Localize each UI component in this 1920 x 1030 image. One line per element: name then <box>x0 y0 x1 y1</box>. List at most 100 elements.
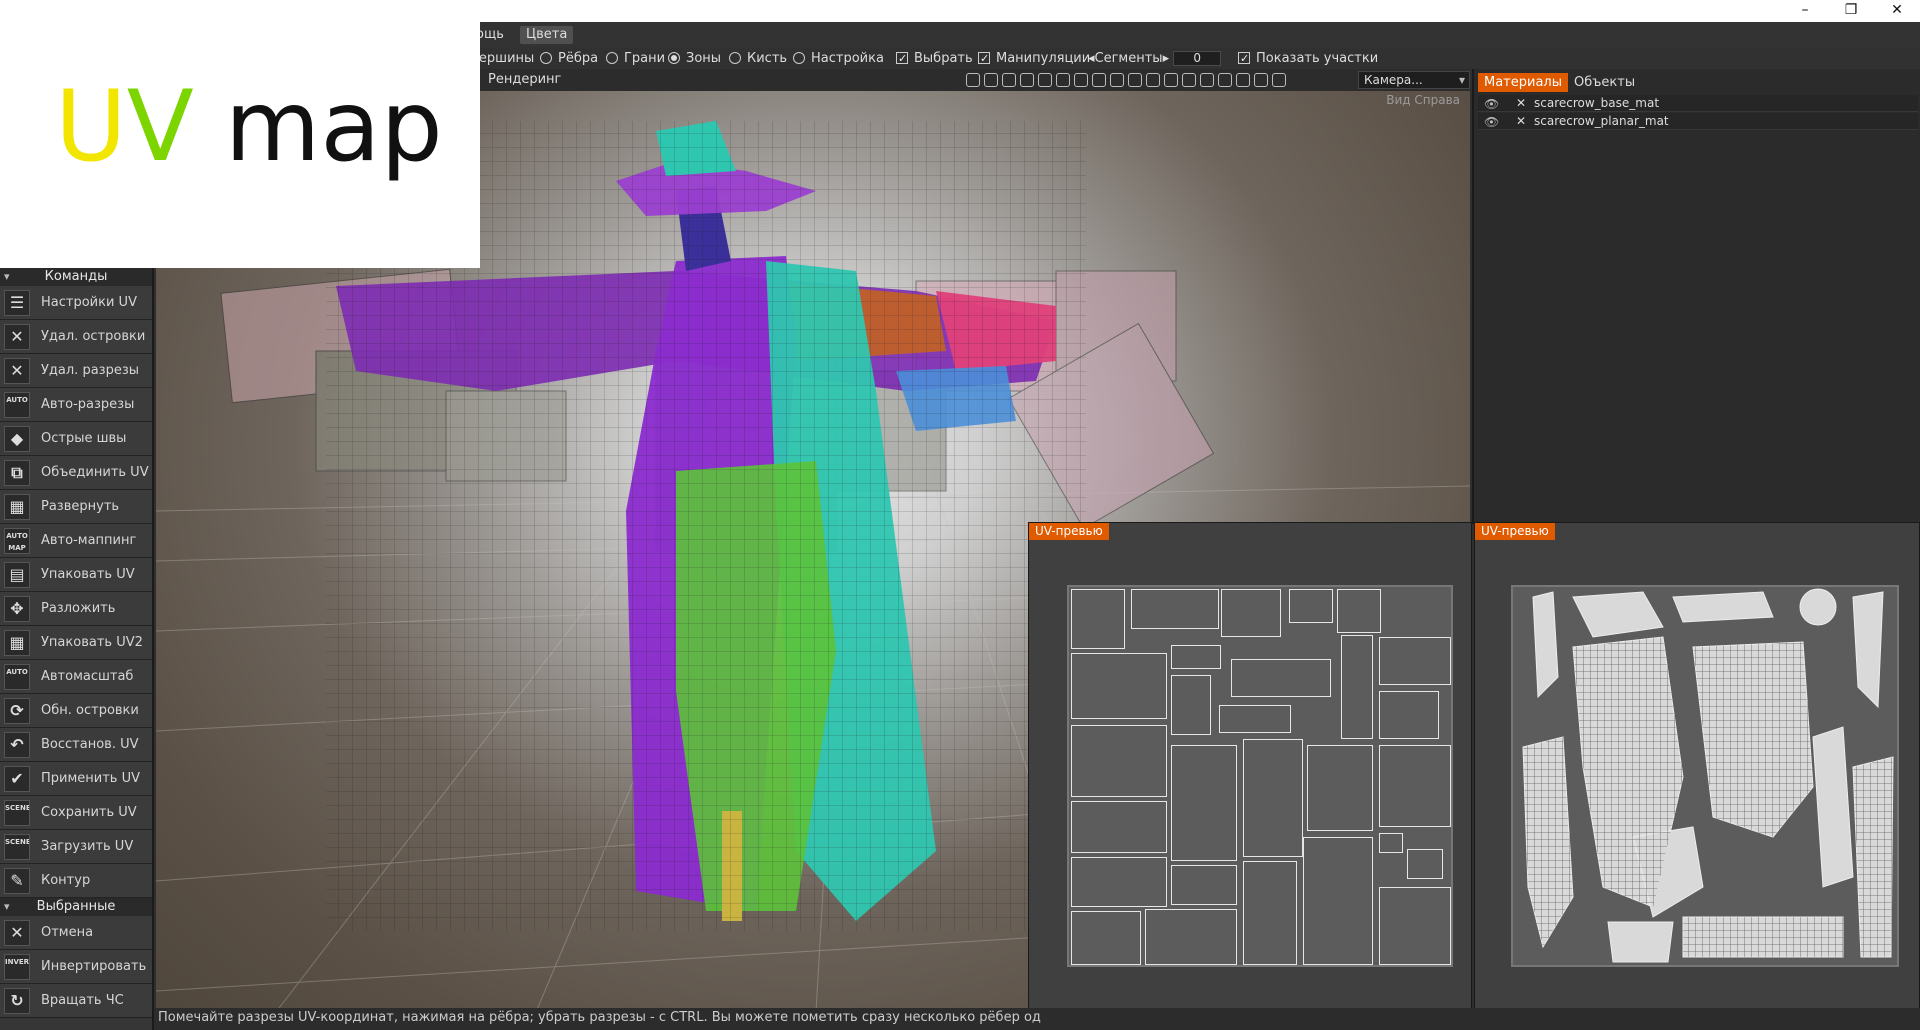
command-button[interactable]: ✕ Отмена <box>0 916 152 950</box>
list-item[interactable]: 👁 ✕ scarecrow_base_mat <box>1478 95 1918 112</box>
commands-header[interactable]: Команды <box>0 268 152 286</box>
command-button[interactable]: ⟳ Обн. островки <box>0 694 152 728</box>
material-name: scarecrow_base_mat <box>1534 96 1660 110</box>
title-overlay: UV map <box>0 0 480 268</box>
zoom-icon[interactable] <box>1110 73 1124 87</box>
command-button[interactable]: SCENE Загрузить UV <box>0 830 152 864</box>
restore-uv-icon: ↶ <box>4 732 30 758</box>
unfold-icon: ✥ <box>4 596 30 622</box>
uv-preview-left[interactable]: UV-превью <box>1028 522 1472 1012</box>
unwrap-icon: ▦ <box>4 494 30 520</box>
grid-icon[interactable] <box>1236 73 1250 87</box>
camera-dropdown[interactable]: Камера... <box>1358 71 1470 89</box>
command-button[interactable]: ▦ Развернуть <box>0 490 152 524</box>
command-button[interactable]: ↻ Вращать ЧС <box>0 984 152 1018</box>
merge-uv-icon: ⧉ <box>4 460 30 486</box>
close-icon[interactable]: ✕ <box>1874 0 1920 22</box>
overlay-title: UV map <box>55 70 443 184</box>
command-label: Автомасштаб <box>41 669 134 684</box>
mode-zones[interactable]: Зоны <box>668 50 721 67</box>
radio-icon <box>729 52 741 64</box>
contrast-icon[interactable] <box>966 73 980 87</box>
uv-layout-planar <box>1067 585 1453 967</box>
show-islands-checkbox[interactable]: Показать участки <box>1238 50 1378 67</box>
uv-preview-right[interactable]: UV-превью <box>1474 522 1920 1012</box>
transform-icon[interactable] <box>1056 73 1070 87</box>
command-button[interactable]: ↶ Восстанов. UV <box>0 728 152 762</box>
command-label: Восстанов. UV <box>41 737 139 752</box>
command-button[interactable]: ✔ Применить UV <box>0 762 152 796</box>
menu-colors[interactable]: Цвета <box>520 26 574 44</box>
rotate-icon[interactable] <box>1074 73 1088 87</box>
command-button[interactable]: ✎ Контур <box>0 864 152 898</box>
command-button[interactable]: ☰ Настройки UV <box>0 286 152 320</box>
close-icon[interactable]: ✕ <box>1516 114 1526 128</box>
command-button[interactable]: AUTO Автомасштаб <box>0 660 152 694</box>
focus-icon[interactable] <box>1164 73 1178 87</box>
command-label: Острые швы <box>41 431 127 446</box>
command-button[interactable]: ▦ Упаковать UV2 <box>0 626 152 660</box>
command-button[interactable]: ✕ Удал. островки <box>0 320 152 354</box>
command-button[interactable]: INVERT Инвертировать <box>0 950 152 984</box>
auto-seams-icon: AUTO <box>4 392 30 418</box>
mode-brush[interactable]: Кисть <box>729 50 787 67</box>
command-button[interactable]: ▤ Упаковать UV <box>0 558 152 592</box>
image-icon[interactable] <box>1272 73 1286 87</box>
mode-settings[interactable]: Настройка <box>793 50 884 67</box>
light-icon[interactable] <box>984 73 998 87</box>
tab-materials[interactable]: Материалы <box>1478 73 1568 92</box>
restore-icon[interactable]: ❐ <box>1828 0 1874 22</box>
eye-icon[interactable]: 👁 <box>1484 97 1499 111</box>
list-item[interactable]: 👁 ✕ scarecrow_planar_mat <box>1478 113 1918 130</box>
delete-islands-icon: ✕ <box>4 324 30 350</box>
move-icon[interactable] <box>1092 73 1106 87</box>
delete-seams-icon: ✕ <box>4 358 30 384</box>
mode-edges[interactable]: Рёбра <box>540 50 598 67</box>
uv-preview-title: UV-превью <box>1475 523 1555 540</box>
segments-input[interactable]: 0 <box>1173 51 1222 66</box>
command-button[interactable]: SCENE Сохранить UV <box>0 796 152 830</box>
view-tool-icons <box>966 72 1356 88</box>
command-label: Упаковать UV <box>41 567 135 582</box>
perspective-icon[interactable] <box>1128 73 1142 87</box>
selected-list: ✕ Отмена INVERT Инвертировать ↻ Вращать ЧС <box>0 916 152 1018</box>
selected-header[interactable]: Выбранные <box>0 898 152 916</box>
command-label: Упаковать UV2 <box>41 635 143 650</box>
command-button[interactable]: ✕ Удал. разрезы <box>0 354 152 388</box>
minimize-icon[interactable]: – <box>1782 0 1828 22</box>
floor-icon[interactable] <box>1020 73 1034 87</box>
cube-icon[interactable] <box>1200 73 1214 87</box>
command-button[interactable]: ✥ Разложить <box>0 592 152 626</box>
manipulate-checkbox[interactable]: Манипуляции <box>978 50 1090 67</box>
command-label: Загрузить UV <box>41 839 134 854</box>
checkbox-icon <box>896 50 908 67</box>
tab-objects[interactable]: Объекты <box>1568 73 1641 92</box>
render-button[interactable]: Рендеринг <box>488 71 561 88</box>
cancel-icon: ✕ <box>4 920 30 946</box>
command-label: Сохранить UV <box>41 805 137 820</box>
fit-icon[interactable] <box>1146 73 1160 87</box>
invert-icon: INVERT <box>4 954 30 980</box>
command-label: Удал. островки <box>41 329 146 344</box>
fullscreen-icon[interactable] <box>1218 73 1232 87</box>
radio-icon <box>606 52 618 64</box>
eye-icon[interactable]: 👁 <box>1484 115 1499 129</box>
rotate-cw-icon: ↻ <box>4 988 30 1014</box>
close-icon[interactable]: ✕ <box>1516 96 1526 110</box>
command-button[interactable]: AUTO Авто-разрезы <box>0 388 152 422</box>
command-label: Разложить <box>41 601 116 616</box>
material-name: scarecrow_planar_mat <box>1534 114 1669 128</box>
axes-icon[interactable] <box>1254 73 1268 87</box>
segments-stepper[interactable]: ◂Сегменты▸ 0 <box>1088 50 1222 67</box>
command-button[interactable]: ◆ Острые швы <box>0 422 152 456</box>
home-icon[interactable] <box>1182 73 1196 87</box>
panel-tabs: Материалы Объекты <box>1478 71 1641 92</box>
select-checkbox[interactable]: Выбрать <box>896 50 973 67</box>
command-button[interactable]: ⧉ Объединить UV <box>0 456 152 490</box>
frame-icon[interactable] <box>1002 73 1016 87</box>
command-button[interactable]: AUTO MAP Авто-маппинг <box>0 524 152 558</box>
uv-layout-base <box>1511 585 1899 967</box>
mode-faces[interactable]: Грани <box>606 50 665 67</box>
drop-icon[interactable] <box>1038 73 1052 87</box>
command-label: Объединить UV <box>41 465 149 480</box>
